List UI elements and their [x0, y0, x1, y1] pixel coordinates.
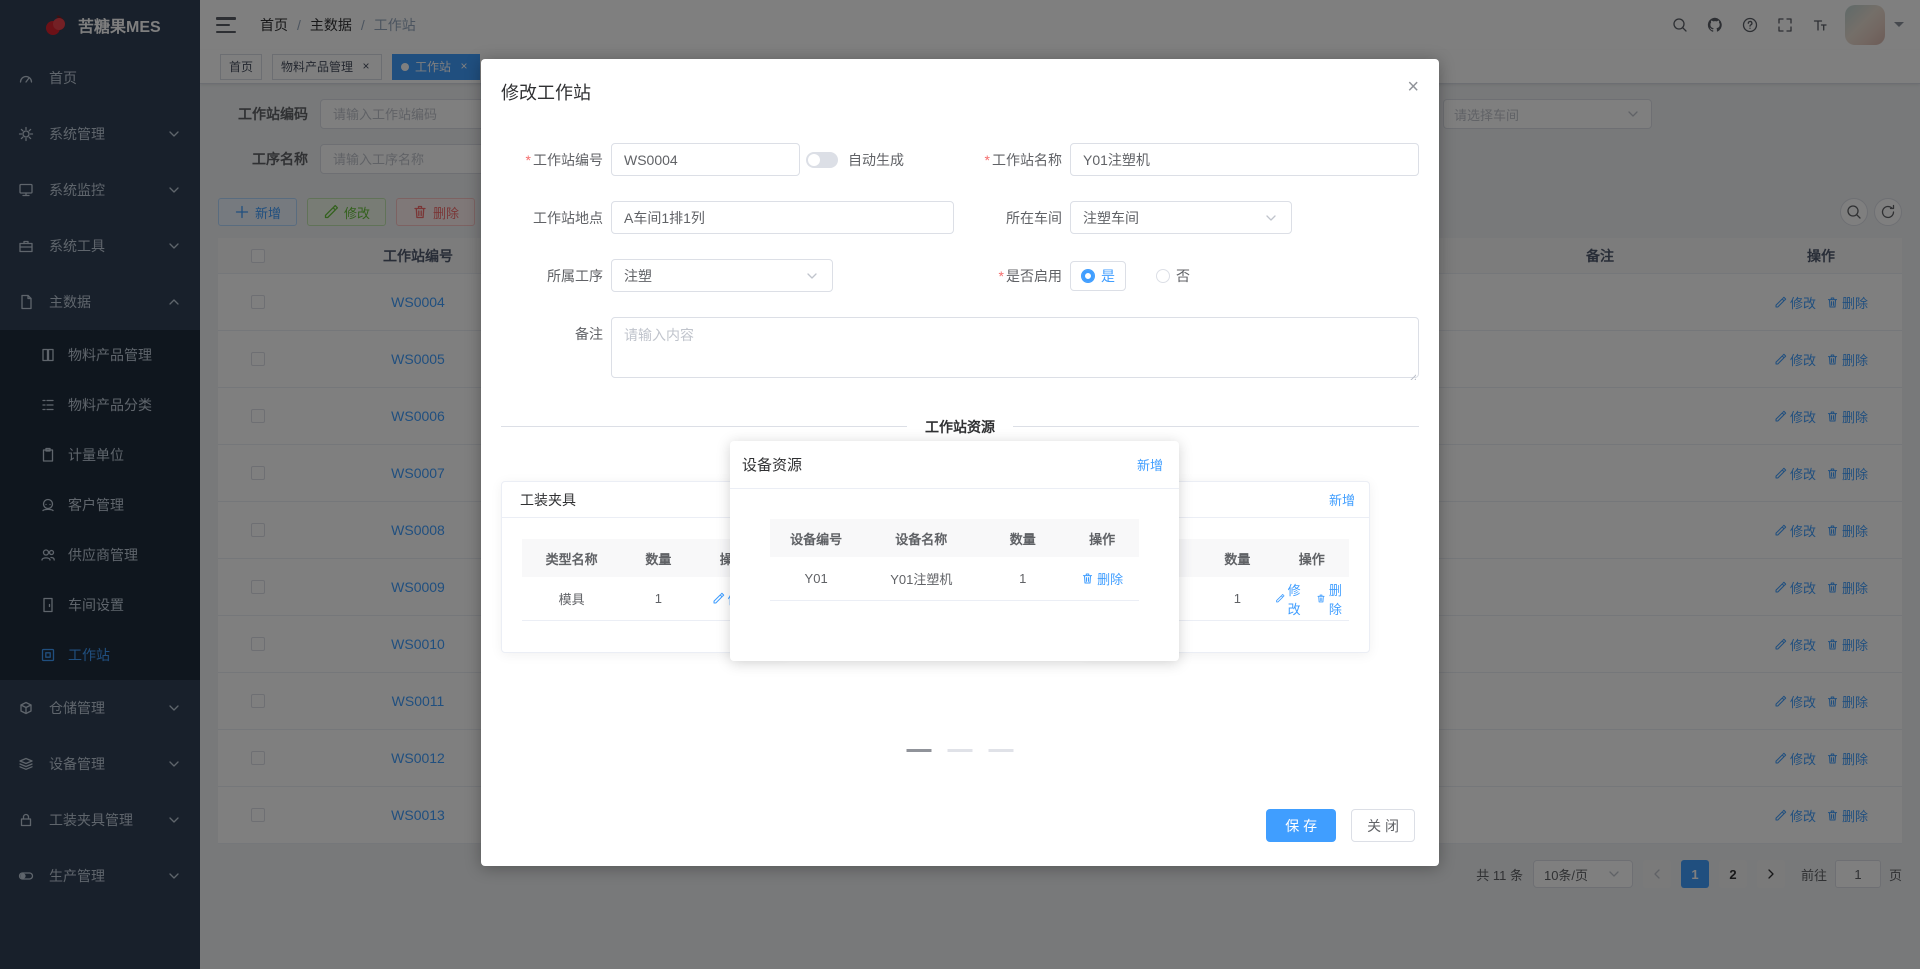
fixture-card-title: 工装夹具: [520, 491, 576, 508]
pencil-icon: [713, 592, 724, 604]
enabled-no-radio[interactable]: 否: [1156, 266, 1190, 286]
remark-textarea[interactable]: [611, 317, 1419, 378]
auto-generate-toggle[interactable]: [806, 151, 838, 168]
radio-icon: [1156, 268, 1170, 283]
device-delete-link[interactable]: 删除: [1081, 569, 1123, 588]
resources-divider: 工作站资源: [501, 417, 1419, 437]
right-card-add-link[interactable]: 新增: [1329, 490, 1355, 509]
chevron-down-icon: [807, 272, 817, 279]
radio-icon: [1081, 268, 1095, 283]
carousel-indicator[interactable]: [947, 749, 973, 752]
device-resource-panel: 设备资源 新增 设备编号 设备名称 数量 操作 Y01 Y01注塑机 1 删除: [730, 441, 1179, 661]
edit-workstation-dialog: 修改工作站 × *工作站编号 自动生成 *工作站名称 工作站地点 所在车间: [481, 59, 1439, 866]
pencil-icon: [1275, 594, 1285, 603]
save-button[interactable]: 保 存: [1266, 809, 1337, 842]
name-field-input[interactable]: [1070, 143, 1419, 176]
process-field-label: 所属工序: [547, 267, 603, 284]
remark-field-label: 备注: [575, 326, 603, 342]
location-field-label: 工作站地点: [533, 209, 603, 226]
device-add-link[interactable]: 新增: [1137, 455, 1163, 474]
carousel-indicator[interactable]: [988, 749, 1014, 752]
resources-divider-title: 工作站资源: [907, 417, 1013, 437]
workshop-field-label: 所在车间: [1006, 209, 1062, 226]
device-table-row: Y01 Y01注塑机 1 删除: [770, 557, 1139, 601]
trash-icon: [1082, 573, 1093, 584]
process-select[interactable]: 注塑: [611, 259, 833, 292]
dialog-title: 修改工作站: [501, 83, 591, 103]
enabled-field-label: * 是否启用: [998, 267, 1062, 284]
close-button[interactable]: 关 闭: [1351, 809, 1415, 842]
name-field-label: * 工作站名称: [984, 151, 1062, 168]
auto-generate-label: 自动生成: [848, 151, 904, 168]
chevron-down-icon: [1266, 214, 1276, 221]
carousel-indicators: [906, 749, 1014, 752]
trash-icon: [1317, 594, 1325, 603]
dialog-close-icon[interactable]: ×: [1407, 77, 1419, 97]
code-field-input[interactable]: [611, 143, 800, 176]
workshop-select[interactable]: 注塑车间: [1070, 201, 1292, 234]
enabled-yes-radio[interactable]: 是: [1070, 260, 1126, 291]
dialog-footer: 保 存 关 闭: [1266, 809, 1415, 842]
right-card-edit-link[interactable]: 修改: [1275, 580, 1308, 618]
device-table-header: 设备编号 设备名称 数量 操作: [770, 519, 1139, 557]
right-card-delete-link[interactable]: 删除: [1316, 580, 1349, 618]
location-field-input[interactable]: [611, 201, 954, 234]
code-field-label: * 工作站编号: [525, 151, 603, 168]
device-panel-title: 设备资源: [742, 457, 803, 474]
carousel-indicator[interactable]: [906, 749, 932, 752]
dialog-header: 修改工作站 ×: [481, 59, 1439, 115]
